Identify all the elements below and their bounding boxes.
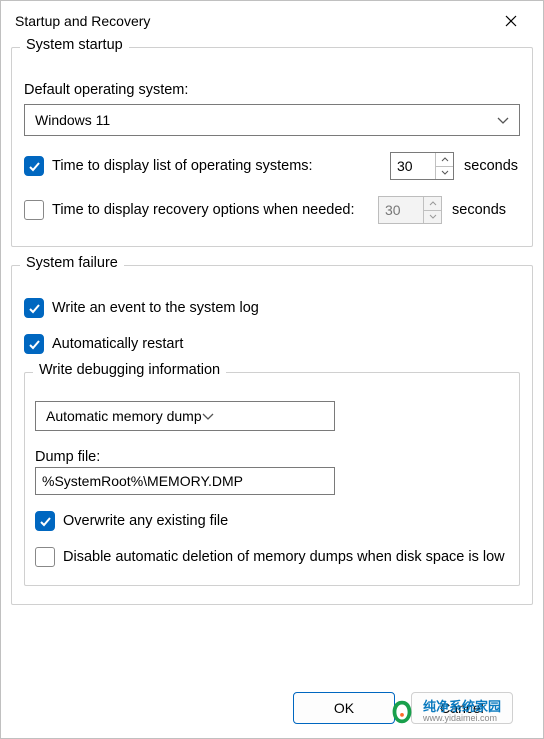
time-list-checkbox[interactable] bbox=[24, 156, 44, 176]
dump-file-label: Dump file: bbox=[35, 449, 509, 465]
check-icon bbox=[39, 515, 52, 528]
time-list-label: Time to display list of operating system… bbox=[52, 158, 382, 174]
write-event-label: Write an event to the system log bbox=[52, 300, 520, 316]
time-recovery-row: Time to display recovery options when ne… bbox=[24, 196, 520, 224]
system-startup-title: System startup bbox=[20, 37, 129, 53]
default-os-dropdown[interactable]: Windows 11 bbox=[24, 104, 520, 136]
time-recovery-checkbox[interactable] bbox=[24, 200, 44, 220]
seconds-label: seconds bbox=[452, 202, 508, 218]
debug-info-group: Write debugging information Automatic me… bbox=[24, 372, 520, 586]
dump-file-input[interactable]: %SystemRoot%\MEMORY.DMP bbox=[35, 467, 335, 495]
auto-restart-checkbox[interactable] bbox=[24, 334, 44, 354]
seconds-label: seconds bbox=[464, 158, 520, 174]
spinner-up-icon bbox=[424, 197, 441, 211]
chevron-down-icon bbox=[497, 112, 509, 128]
time-recovery-value bbox=[379, 197, 423, 223]
default-os-label: Default operating system: bbox=[24, 82, 520, 98]
auto-restart-row: Automatically restart bbox=[24, 334, 520, 354]
time-list-value[interactable] bbox=[391, 153, 435, 179]
dialog-window: Startup and Recovery System startup Defa… bbox=[0, 0, 544, 739]
chevron-down-icon bbox=[202, 408, 214, 424]
debug-info-title: Write debugging information bbox=[33, 362, 226, 378]
disable-auto-delete-row: Disable automatic deletion of memory dum… bbox=[35, 547, 509, 567]
spinner-down-icon[interactable] bbox=[436, 167, 453, 180]
write-event-row: Write an event to the system log bbox=[24, 298, 520, 318]
disable-auto-delete-label: Disable automatic deletion of memory dum… bbox=[63, 549, 509, 565]
time-recovery-spinner bbox=[378, 196, 442, 224]
spinner-up-icon[interactable] bbox=[436, 153, 453, 167]
window-title: Startup and Recovery bbox=[15, 13, 491, 29]
spinner-down-icon bbox=[424, 211, 441, 224]
titlebar: Startup and Recovery bbox=[1, 1, 543, 41]
close-icon bbox=[505, 15, 517, 27]
default-os-value: Windows 11 bbox=[35, 112, 110, 128]
close-button[interactable] bbox=[491, 1, 531, 41]
debug-type-value: Automatic memory dump bbox=[46, 408, 202, 424]
ok-button[interactable]: OK bbox=[293, 692, 395, 724]
time-list-spinner[interactable] bbox=[390, 152, 454, 180]
time-list-row: Time to display list of operating system… bbox=[24, 152, 520, 180]
cancel-button[interactable]: Cancel bbox=[411, 692, 513, 724]
overwrite-row: Overwrite any existing file bbox=[35, 511, 509, 531]
system-failure-title: System failure bbox=[20, 255, 124, 271]
button-row: OK Cancel bbox=[293, 692, 513, 724]
time-recovery-label: Time to display recovery options when ne… bbox=[52, 202, 370, 218]
system-startup-group: System startup Default operating system:… bbox=[11, 47, 533, 247]
check-icon bbox=[28, 338, 41, 351]
check-icon bbox=[28, 160, 41, 173]
debug-type-dropdown[interactable]: Automatic memory dump bbox=[35, 401, 335, 431]
write-event-checkbox[interactable] bbox=[24, 298, 44, 318]
overwrite-label: Overwrite any existing file bbox=[63, 513, 509, 529]
check-icon bbox=[28, 302, 41, 315]
disable-auto-delete-checkbox[interactable] bbox=[35, 547, 55, 567]
system-failure-group: System failure Write an event to the sys… bbox=[11, 265, 533, 605]
dump-file-value: %SystemRoot%\MEMORY.DMP bbox=[42, 473, 243, 489]
overwrite-checkbox[interactable] bbox=[35, 511, 55, 531]
auto-restart-label: Automatically restart bbox=[52, 336, 520, 352]
content-area: System startup Default operating system:… bbox=[1, 41, 543, 617]
